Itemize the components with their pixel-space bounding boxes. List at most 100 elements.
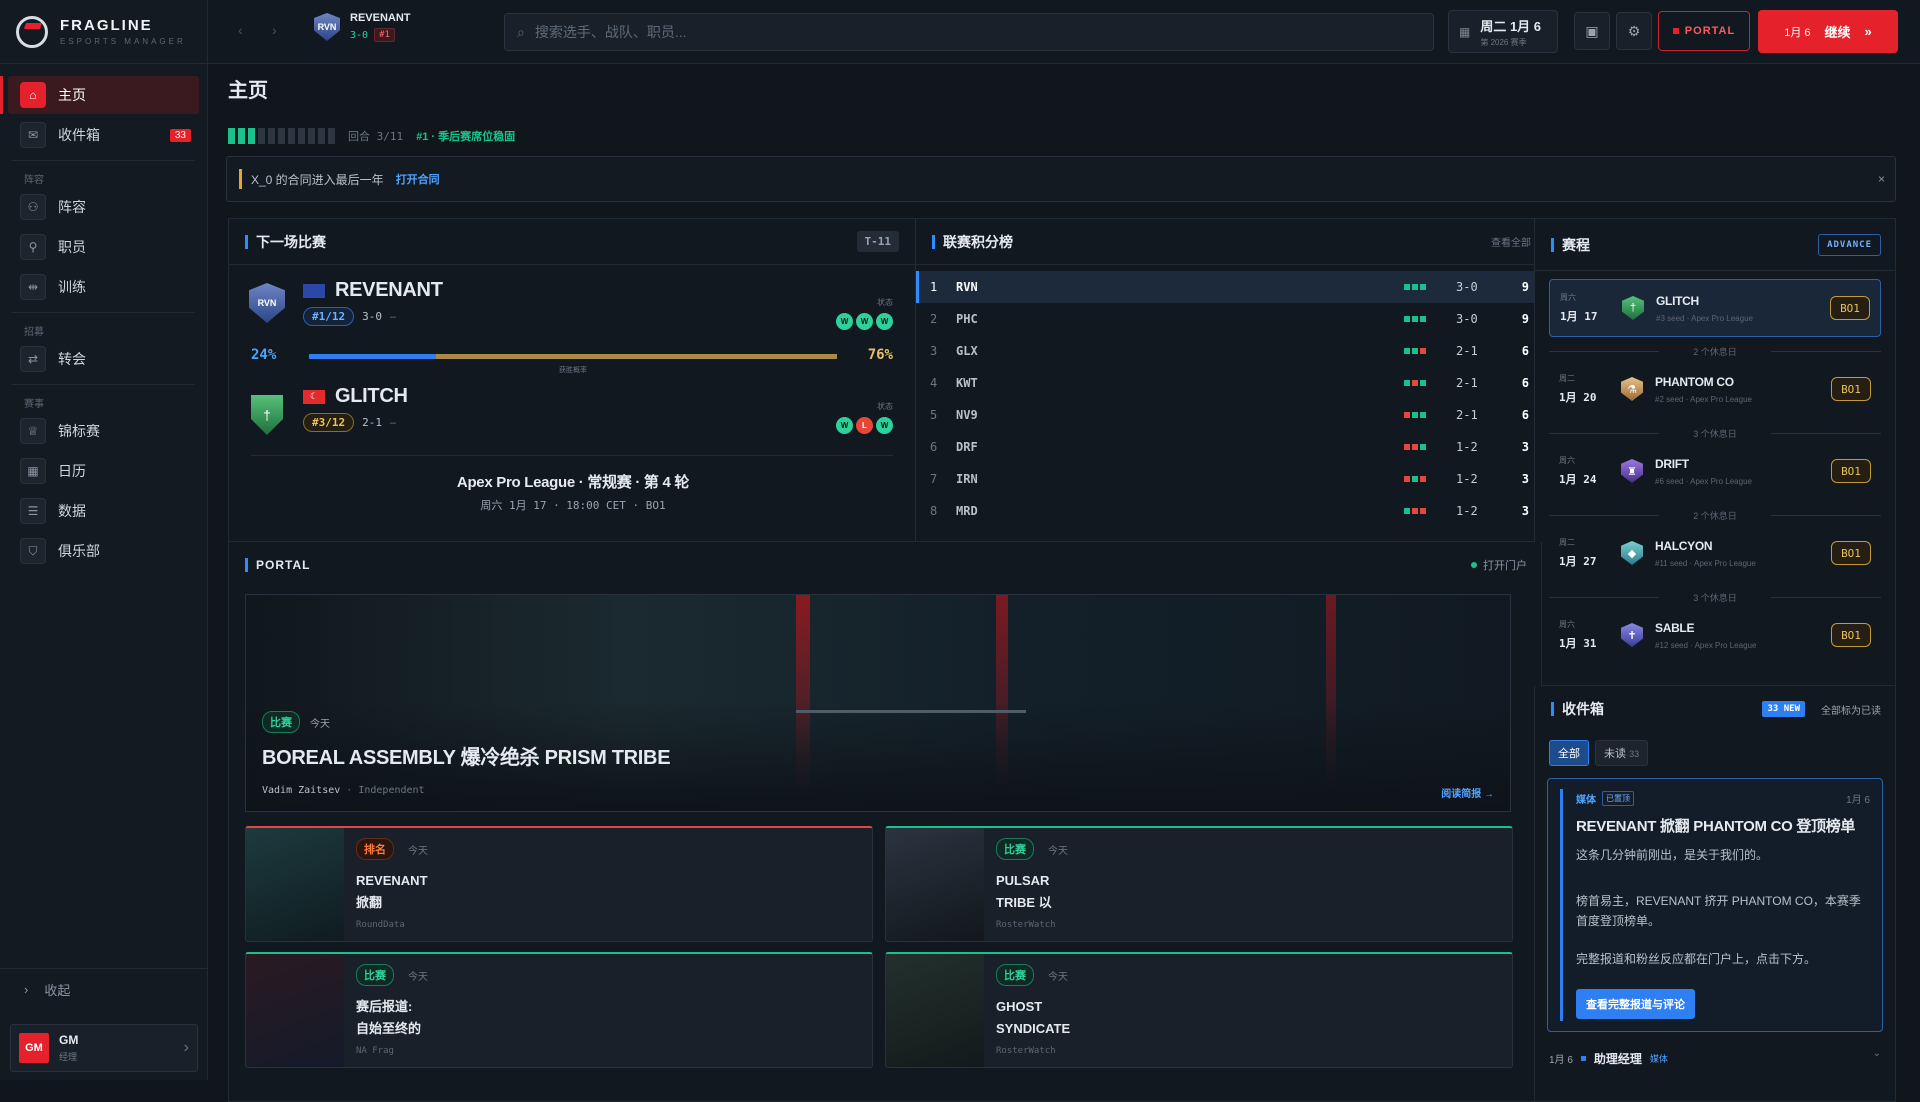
portal-button[interactable]: PORTAL (1658, 11, 1750, 51)
schedule-item[interactable]: 周六 1月 17 † GLITCH #3 seed · Apex Pro Lea… (1549, 279, 1881, 337)
story-time: 今天 (310, 715, 330, 730)
schedule-item[interactable]: 周二 1月 20 ⚗ PHANTOM CO #2 seed · Apex Pro… (1549, 361, 1881, 419)
news-headline-line: 掀翻 (356, 892, 428, 914)
form-mini-icon (1404, 348, 1410, 354)
table-row[interactable]: 5 NV9 2-1 6 (916, 399, 1541, 431)
continue-button[interactable]: 1月 6 继续 » (1758, 10, 1898, 53)
opponent-logo: † (1622, 296, 1644, 320)
form-mini-icon (1404, 476, 1410, 482)
news-tile[interactable]: 比赛 今天 PULSAR TRIBE 以 RosterWatch (885, 826, 1513, 942)
user-role: 经理 (59, 1050, 174, 1063)
mark-all-read-button[interactable]: 全部标为已读 (1821, 702, 1881, 717)
nav-section-title: 阵容 (12, 160, 195, 188)
news-thumbnail (886, 954, 984, 1068)
forward-arrow-icon[interactable]: › (272, 22, 277, 38)
form-strip (1404, 316, 1428, 322)
news-time: 今天 (1048, 968, 1068, 983)
progress-segment (268, 128, 275, 144)
rank: 5 (930, 408, 937, 422)
view-full-story-button[interactable]: 查看完整报道与评论 (1576, 989, 1695, 1019)
alert-text: X_0 的合同进入最后一年 (251, 171, 384, 188)
tab-unread[interactable]: 未读 33 (1595, 740, 1648, 766)
team-rank-badge: #1 (374, 28, 395, 42)
sidebar-item-home[interactable]: ⌂ 主页 (8, 76, 199, 114)
sidebar-nav: ⌂ 主页 ✉ 收件箱 33 阵容 ⚇ 阵容 ⚲ 职员 ⇹ 训练 招募 ⇄ 转会 … (0, 64, 207, 580)
table-row[interactable]: 7 IRN 1-2 3 (916, 463, 1541, 495)
open-contract-link[interactable]: 打开合同 (396, 171, 440, 187)
message-category: 媒体 (1576, 791, 1596, 806)
table-row[interactable]: 6 DRF 1-2 3 (916, 431, 1541, 463)
rank: 7 (930, 472, 937, 486)
pinned-badge: 已置顶 (1602, 791, 1634, 806)
featured-story[interactable]: 比赛 今天 BOREAL ASSEMBLY 爆冷绝杀 PRISM TRIBE V… (245, 594, 1511, 812)
form-result-badge: L (856, 417, 873, 434)
sidebar-item-staff[interactable]: ⚲ 职员 (8, 228, 199, 266)
table-row[interactable]: 2 PHC 3-0 9 (916, 303, 1541, 335)
collapse-sidebar-button[interactable]: › 收起 (0, 968, 208, 1010)
prob-label: 获胜概率 (229, 365, 917, 375)
tab-all[interactable]: 全部 (1549, 740, 1589, 766)
sidebar-item-stats[interactable]: ☰ 数据 (8, 492, 199, 530)
search-input[interactable]: ⌕ 搜索选手、战队、职员... (504, 13, 1434, 51)
match-league: Apex Pro League · 常规赛 · 第 4 轮 (229, 471, 917, 492)
inbox-message[interactable]: 媒体 已置顶 1月 6 REVENANT 掀翻 PHANTOM CO 登顶榜单 … (1547, 778, 1883, 1032)
progress-segment (308, 128, 315, 144)
team-abbr: RVN (956, 280, 978, 294)
back-arrow-icon[interactable]: ‹ (238, 22, 243, 38)
open-portal-link[interactable]: 打开门户 (1471, 557, 1527, 573)
current-date[interactable]: ▦ 周二 1月 6 第 2026 赛季 (1448, 10, 1558, 53)
rest-days-divider: 2 个休息日 (1549, 509, 1881, 522)
schedule-item[interactable]: 周二 1月 27 ◆ HALCYON #11 seed · Apex Pro L… (1549, 525, 1881, 583)
schedule-day: 周六 (1560, 292, 1576, 303)
opponent-logo: ✝ (1621, 623, 1643, 647)
form-mini-icon (1420, 508, 1426, 514)
table-row[interactable]: 3 GLX 2-1 6 (916, 335, 1541, 367)
team-abbr: NV9 (956, 408, 978, 422)
sidebar-item-label: 俱乐部 (58, 541, 100, 561)
sidebar-item-label: 职员 (58, 237, 86, 257)
save-button[interactable]: ▣ (1574, 12, 1610, 50)
gear-icon: ⚙ (1628, 23, 1641, 40)
form-mini-icon (1404, 380, 1410, 386)
schedule-date: 1月 20 (1559, 389, 1597, 405)
current-team-chip[interactable]: RVN REVENANT 3-0 #1 (314, 12, 411, 42)
sidebar-item-transfers[interactable]: ⇄ 转会 (8, 340, 199, 378)
sidebar-item-roster[interactable]: ⚇ 阵容 (8, 188, 199, 226)
view-all-link[interactable]: 查看全部 (1491, 234, 1531, 249)
table-row[interactable]: 8 MRD 1-2 3 (916, 495, 1541, 527)
sidebar-item-inbox[interactable]: ✉ 收件箱 33 (8, 116, 199, 154)
brand[interactable]: FRAGLINE ESPORTS MANAGER (0, 0, 207, 64)
form-mini-icon (1412, 380, 1418, 386)
sidebar-item-club[interactable]: ⛉ 俱乐部 (8, 532, 199, 570)
form-label: 状态 (833, 297, 893, 308)
record: 2-1 (1456, 376, 1478, 390)
advance-button[interactable]: ADVANCE (1818, 234, 1881, 256)
chevron-down-icon[interactable]: ⌄ (1873, 1048, 1881, 1059)
read-briefing-link[interactable]: 阅读简报 → (1441, 785, 1494, 800)
settings-button[interactable]: ⚙ (1616, 12, 1652, 50)
form-result-badge: W (856, 313, 873, 330)
news-tile[interactable]: 比赛 今天 赛后报道: 自始至终的 NA Frag (245, 952, 873, 1068)
sidebar-item-training[interactable]: ⇹ 训练 (8, 268, 199, 306)
win-probability-fill (309, 354, 436, 359)
user-card[interactable]: GM GM 经理 › (10, 1024, 198, 1072)
news-thumbnail (246, 828, 344, 942)
progress-segment (318, 128, 325, 144)
table-row[interactable]: 1 RVN 3-0 9 (916, 271, 1541, 303)
table-row[interactable]: 4 KWT 2-1 6 (916, 367, 1541, 399)
schedule-item[interactable]: 周六 1月 24 ♜ DRIFT #6 seed · Apex Pro Leag… (1549, 443, 1881, 501)
opponent-logo: ♜ (1621, 459, 1643, 483)
panel-header: 赛程 ADVANCE (1535, 219, 1895, 271)
close-icon[interactable]: × (1878, 172, 1885, 186)
panel-title: 收件箱 (1562, 699, 1604, 719)
opponent-meta: #3 seed · Apex Pro League (1656, 314, 1753, 323)
news-tile[interactable]: 排名 今天 REVENANT 掀翻 RoundData (245, 826, 873, 942)
progress-segment (328, 128, 335, 144)
sidebar-item-calendar[interactable]: ▦ 日历 (8, 452, 199, 490)
news-tile[interactable]: 比赛 今天 GHOST SYNDICATE RosterWatch (885, 952, 1513, 1068)
schedule-item[interactable]: 周六 1月 31 ✝ SABLE #12 seed · Apex Pro Lea… (1549, 607, 1881, 665)
team-abbr: KWT (956, 376, 978, 390)
next-message[interactable]: 1月 6 助理经理 媒体 (1549, 1050, 1668, 1067)
sidebar-item-tournaments[interactable]: ♕ 锦标赛 (8, 412, 199, 450)
sidebar: FRAGLINE ESPORTS MANAGER ⌂ 主页 ✉ 收件箱 33 阵… (0, 0, 208, 1080)
